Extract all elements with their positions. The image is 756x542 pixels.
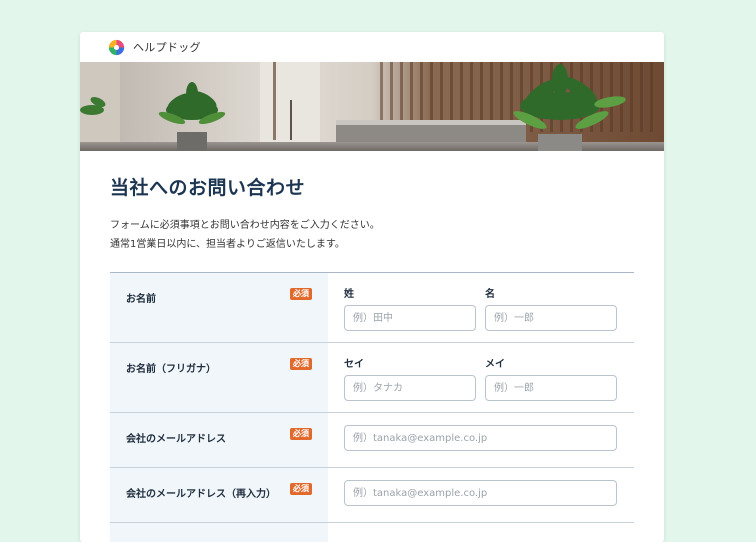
first-name-column: 名 <box>485 273 617 343</box>
last-name-input[interactable] <box>344 305 476 331</box>
brand-header: ヘルプドッグ <box>80 32 664 62</box>
required-badge: 必須 <box>290 428 312 440</box>
last-name-label: 姓 <box>344 289 354 300</box>
page-title: 当社へのお問い合わせ <box>110 177 306 199</box>
kana-label-cell: お名前（フリガナ） 必須 <box>110 343 328 412</box>
email-confirm-label-cell: 会社のメールアドレス（再入力） 必須 <box>110 468 328 522</box>
email-label-cell: 会社のメールアドレス 必須 <box>110 413 328 467</box>
next-field-cell <box>328 523 634 542</box>
form-content: 当社へのお問い合わせ フォームに必須事項とお問い合わせ内容をご入力ください。 通… <box>80 151 664 542</box>
hero-image <box>80 62 664 151</box>
last-kana-label: セイ <box>344 359 364 370</box>
name-row: お名前 必須 姓 名 <box>110 273 634 343</box>
first-name-input[interactable] <box>485 305 617 331</box>
required-badge: 必須 <box>290 483 312 495</box>
email-row: 会社のメールアドレス 必須 <box>110 413 634 468</box>
intro-line-2: 通常1営業日以内に、担当者よりご返信いたします。 <box>110 239 345 250</box>
first-name-label: 名 <box>485 289 495 300</box>
intro-line-1: フォームに必須事項とお問い合わせ内容をご入力ください。 <box>110 220 380 231</box>
email-label: 会社のメールアドレス <box>126 434 226 445</box>
kana-label: お名前（フリガナ） <box>126 364 216 375</box>
last-kana-column: セイ <box>344 343 476 413</box>
email-input[interactable] <box>344 425 617 451</box>
kana-pair: セイ メイ <box>344 343 618 413</box>
name-pair: 姓 名 <box>344 273 618 343</box>
email-field-cell <box>328 413 634 467</box>
first-kana-label: メイ <box>485 359 505 370</box>
first-kana-input[interactable] <box>485 375 617 401</box>
email-confirm-field-cell <box>328 468 634 522</box>
last-kana-input[interactable] <box>344 375 476 401</box>
form-card: ヘルプドッグ 当社へのお問い合わせ フォームに必須事項とお問い合わせ内容をご入力… <box>80 32 664 542</box>
first-kana-column: メイ <box>485 343 617 413</box>
email-confirm-label: 会社のメールアドレス（再入力） <box>126 489 276 500</box>
office-lobby-image <box>80 62 664 151</box>
name-field-cell: 姓 名 <box>328 273 634 342</box>
contact-form: お名前 必須 姓 名 <box>110 272 634 542</box>
email-confirm-input[interactable] <box>344 480 617 506</box>
next-label-cell <box>110 523 328 542</box>
name-label: お名前 <box>126 294 156 305</box>
intro-text: フォームに必須事項とお問い合わせ内容をご入力ください。 通常1営業日以内に、担当… <box>110 216 634 254</box>
required-badge: 必須 <box>290 358 312 370</box>
kana-row: お名前（フリガナ） 必須 セイ メイ <box>110 343 634 413</box>
email-confirm-row: 会社のメールアドレス（再入力） 必須 <box>110 468 634 523</box>
required-badge: 必須 <box>290 288 312 300</box>
name-label-cell: お名前 必須 <box>110 273 328 342</box>
next-row <box>110 523 634 542</box>
pinwheel-logo-icon <box>108 39 125 55</box>
kana-field-cell: セイ メイ <box>328 343 634 412</box>
last-name-column: 姓 <box>344 273 476 343</box>
brand-name: ヘルプドッグ <box>133 41 201 54</box>
